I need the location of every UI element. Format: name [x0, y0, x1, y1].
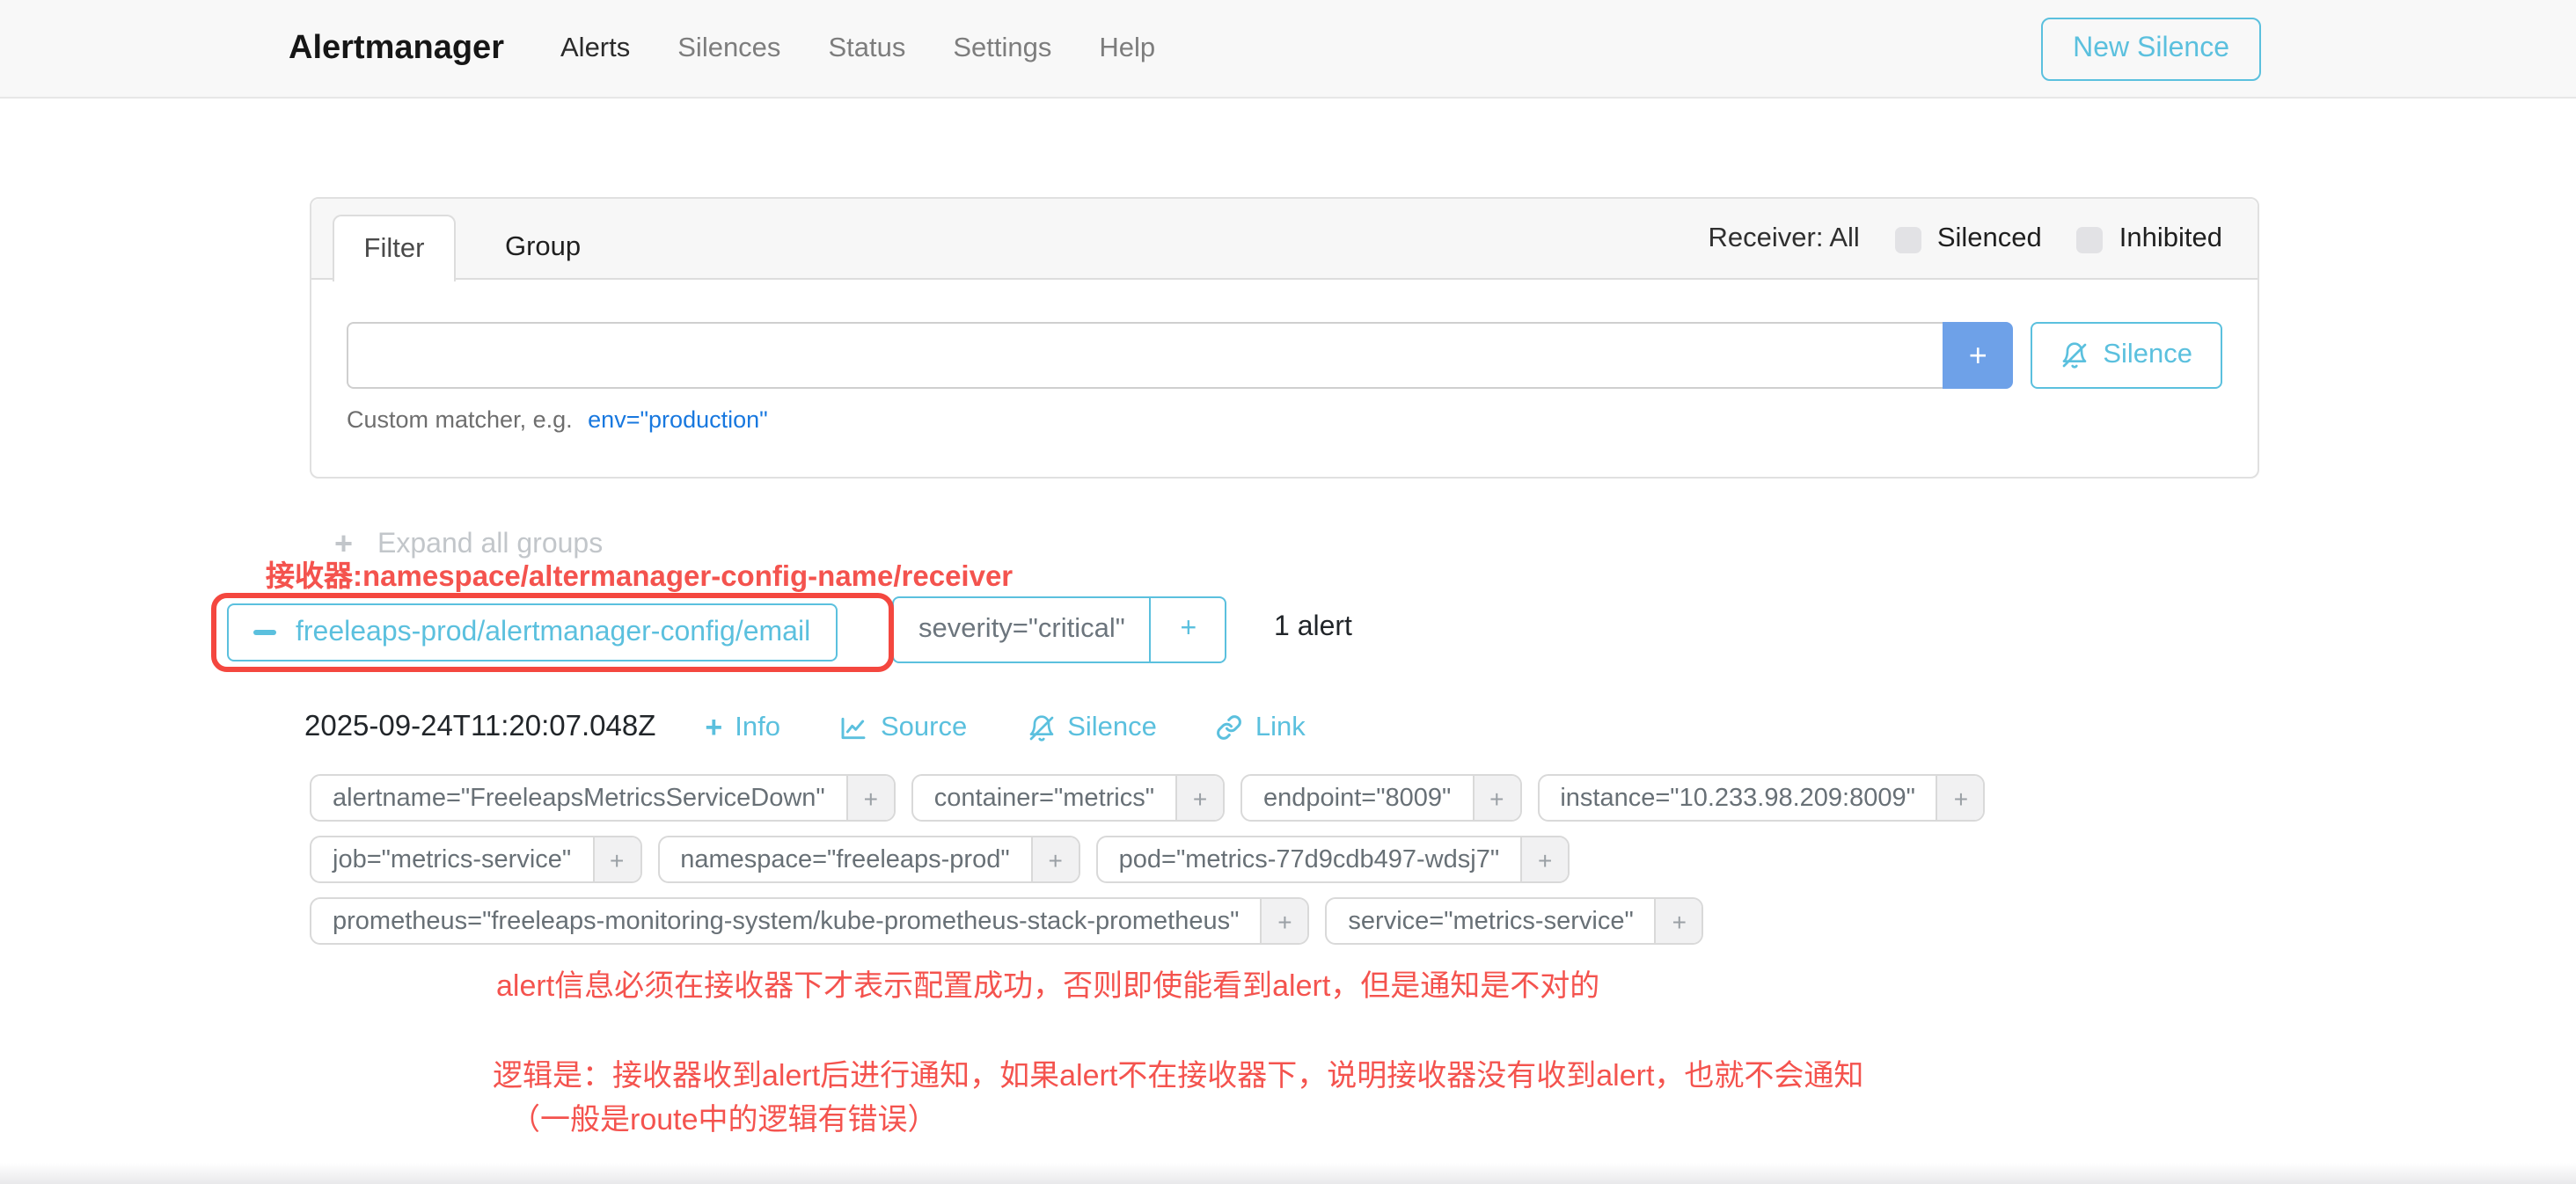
label-add-button[interactable]: +	[1260, 899, 1307, 943]
label-pill-text[interactable]: endpoint="8009"	[1242, 776, 1472, 820]
matcher-input-row: + Silence	[347, 322, 2222, 389]
label-pill: endpoint="8009" +	[1240, 774, 1521, 822]
matcher-input[interactable]	[347, 322, 1943, 389]
label-pill-text[interactable]: container="metrics"	[913, 776, 1175, 820]
silence-filter-label: Silence	[2103, 340, 2192, 371]
group-matcher-button: severity="critical" +	[892, 596, 1227, 663]
label-add-button[interactable]: +	[1520, 837, 1568, 881]
alert-link-link[interactable]: Link	[1217, 712, 1306, 743]
nav-item-alerts[interactable]: Alerts	[560, 33, 630, 64]
bottom-edge-strip	[0, 1163, 2576, 1184]
label-add-button[interactable]: +	[1936, 776, 1984, 820]
silence-filter-button[interactable]: Silence	[2031, 322, 2222, 389]
checkbox-icon	[2077, 226, 2104, 252]
inhibited-checkbox[interactable]: Inhibited	[2077, 223, 2222, 255]
label-pill-text[interactable]: namespace="freeleaps-prod"	[659, 837, 1030, 881]
chart-line-icon	[840, 713, 868, 742]
label-add-button[interactable]: +	[1031, 837, 1079, 881]
label-pill-text[interactable]: alertname="FreeleapsMetricsServiceDown"	[311, 776, 846, 820]
annotation-receiver-note: 接收器:namespace/altermanager-config-name/r…	[266, 552, 1013, 595]
nav-item-status[interactable]: Status	[828, 33, 905, 64]
label-pill: service="metrics-service" +	[1325, 897, 1703, 945]
bell-slash-icon	[1027, 713, 1055, 742]
bell-slash-icon	[2060, 341, 2089, 369]
plus-icon: +	[705, 713, 722, 742]
silenced-checkbox-label: Silenced	[1937, 223, 2042, 255]
label-pill: prometheus="freeleaps-monitoring-system/…	[310, 897, 1309, 945]
receiver-group-label: freeleaps-prod/alertmanager-config/email	[296, 617, 810, 648]
collapse-minus-icon	[253, 630, 276, 635]
label-row: prometheus="freeleaps-monitoring-system/…	[310, 897, 1986, 945]
matcher-hint: Custom matcher, e.g. env="production"	[347, 406, 2222, 433]
new-silence-button[interactable]: New Silence	[2041, 17, 2261, 80]
info-link-label: Info	[735, 712, 780, 743]
label-pill-text[interactable]: prometheus="freeleaps-monitoring-system/…	[311, 899, 1260, 943]
label-pill: job="metrics-service" +	[310, 836, 641, 883]
source-link-label: Source	[881, 712, 967, 743]
receiver-dropdown[interactable]: Receiver: All	[1709, 223, 1860, 255]
add-matcher-button[interactable]: +	[1943, 322, 2013, 389]
label-pill: instance="10.233.98.209:8009" +	[1537, 774, 1986, 822]
label-pill-text[interactable]: pod="metrics-77d9cdb497-wdsj7"	[1098, 837, 1520, 881]
label-pill-text[interactable]: instance="10.233.98.209:8009"	[1539, 776, 1936, 820]
filter-options: Receiver: All Silenced Inhibited	[1709, 199, 2222, 280]
alert-labels: alertname="FreeleapsMetricsServiceDown" …	[310, 774, 1986, 959]
label-row: alertname="FreeleapsMetricsServiceDown" …	[310, 774, 1986, 822]
alert-meta-row: 2025-09-24T11:20:07.048Z + Info Source S…	[304, 711, 1365, 744]
alert-count: 1 alert	[1274, 612, 1352, 644]
checkbox-icon	[1895, 226, 1921, 252]
alert-timestamp: 2025-09-24T11:20:07.048Z	[304, 711, 655, 744]
alertmanager-page: Alertmanager Alerts Silences Status Sett…	[0, 0, 2576, 1184]
navbar: Alertmanager Alerts Silences Status Sett…	[0, 0, 2576, 99]
label-add-button[interactable]: +	[1175, 776, 1223, 820]
tab-filter[interactable]: Filter	[333, 215, 456, 281]
filter-panel-header: Filter Group Receiver: All Silenced Inhi…	[311, 199, 2258, 280]
nav-item-settings[interactable]: Settings	[953, 33, 1051, 64]
nav-item-silences[interactable]: Silences	[677, 33, 780, 64]
link-icon	[1217, 714, 1243, 741]
label-pill-text[interactable]: service="metrics-service"	[1327, 899, 1654, 943]
alert-source-link[interactable]: Source	[840, 712, 967, 743]
annotation-config-note: alert信息必须在接收器下才表示配置成功，否则即使能看到alert，但是通知是…	[496, 961, 1599, 1005]
hint-example-link[interactable]: env="production"	[588, 406, 768, 433]
receiver-group-button[interactable]: freeleaps-prod/alertmanager-config/email	[227, 603, 837, 661]
label-row: job="metrics-service" + namespace="freel…	[310, 836, 1986, 883]
label-add-button[interactable]: +	[592, 837, 640, 881]
tab-group[interactable]: Group	[480, 215, 605, 281]
silence-link-label: Silence	[1067, 712, 1157, 743]
link-link-label: Link	[1255, 712, 1306, 743]
label-pill: alertname="FreeleapsMetricsServiceDown" …	[310, 774, 896, 822]
label-pill: container="metrics" +	[911, 774, 1225, 822]
filter-panel: Filter Group Receiver: All Silenced Inhi…	[310, 197, 2259, 479]
label-add-button[interactable]: +	[1655, 899, 1702, 943]
nav-links: Alerts Silences Status Settings Help	[560, 33, 1155, 64]
label-pill: namespace="freeleaps-prod" +	[657, 836, 1079, 883]
alert-info-link[interactable]: + Info	[705, 712, 780, 743]
annotation-route-note: （一般是route中的逻辑有错误）	[510, 1094, 938, 1138]
annotation-logic-note: 逻辑是：接收器收到alert后进行通知，如果alert不在接收器下，说明接收器没…	[493, 1050, 1863, 1094]
silenced-checkbox[interactable]: Silenced	[1895, 223, 2042, 255]
group-matcher-label[interactable]: severity="critical"	[894, 598, 1150, 661]
label-pill: pod="metrics-77d9cdb497-wdsj7" +	[1096, 836, 1570, 883]
group-matcher-add-button[interactable]: +	[1150, 598, 1226, 661]
inhibited-checkbox-label: Inhibited	[2119, 223, 2222, 255]
alert-silence-link[interactable]: Silence	[1027, 712, 1157, 743]
nav-item-help[interactable]: Help	[1099, 33, 1155, 64]
label-add-button[interactable]: +	[846, 776, 894, 820]
label-add-button[interactable]: +	[1472, 776, 1519, 820]
hint-text: Custom matcher, e.g.	[347, 406, 573, 433]
label-pill-text[interactable]: job="metrics-service"	[311, 837, 592, 881]
app-brand[interactable]: Alertmanager	[289, 29, 504, 68]
